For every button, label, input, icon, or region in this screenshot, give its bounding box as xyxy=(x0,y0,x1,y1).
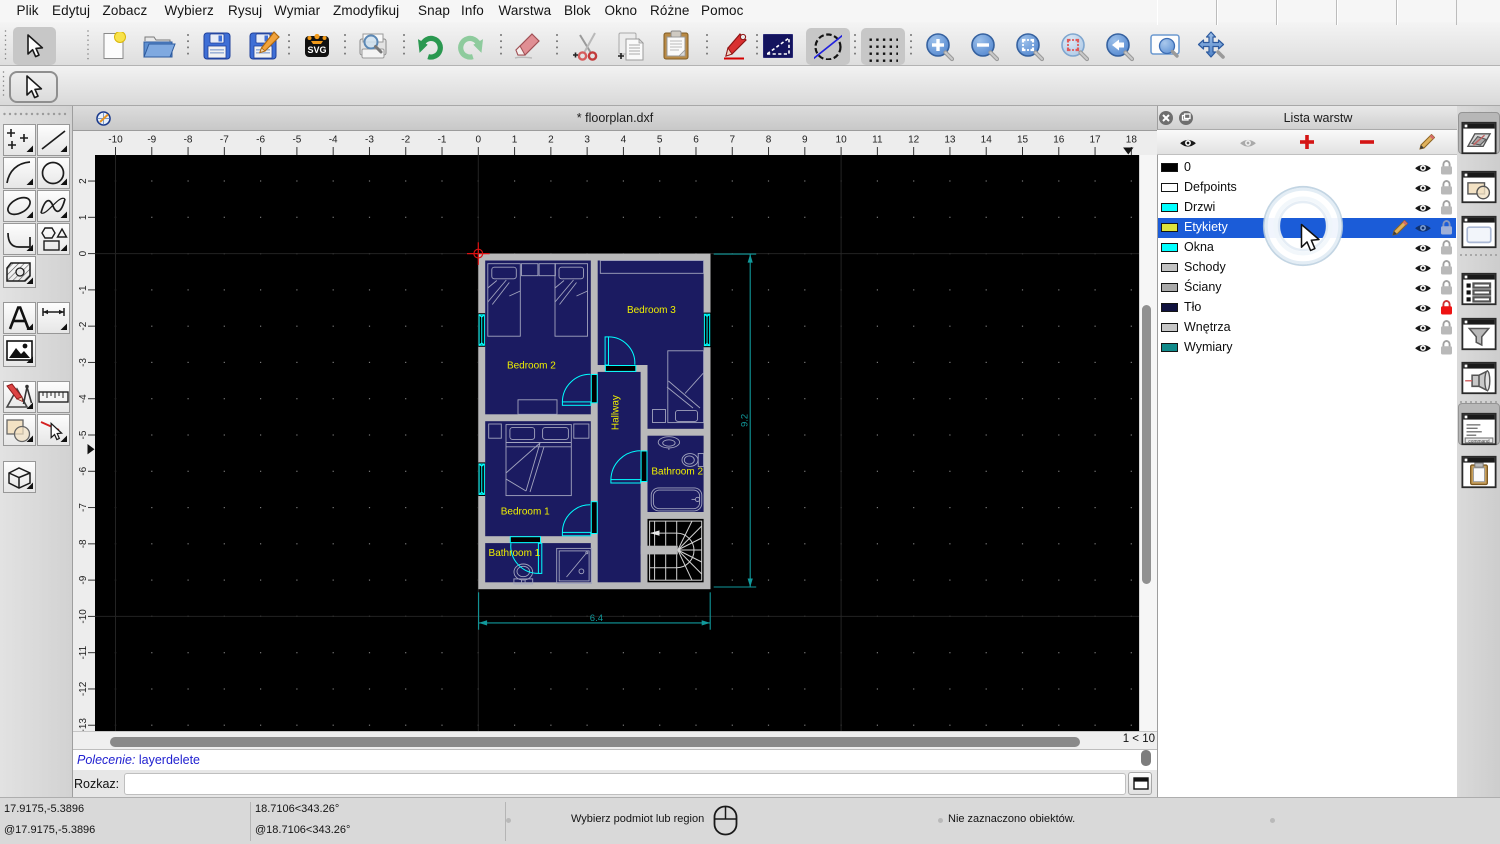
svg-text:6.4: 6.4 xyxy=(590,613,603,624)
svg-text:-3: -3 xyxy=(365,135,374,146)
svg-text:SVG: SVG xyxy=(307,45,326,55)
svg-text:17: 17 xyxy=(1089,135,1101,146)
svg-text:12: 12 xyxy=(908,135,920,146)
svg-text:8: 8 xyxy=(766,135,772,146)
svg-text:Bedroom 3: Bedroom 3 xyxy=(627,305,676,316)
svg-text:14: 14 xyxy=(981,135,993,146)
svg-text:2: 2 xyxy=(548,135,554,146)
svg-text:Bedroom 2: Bedroom 2 xyxy=(507,361,556,372)
svg-text:9: 9 xyxy=(802,135,808,146)
svg-text:-4: -4 xyxy=(329,135,338,146)
svg-text:-1: -1 xyxy=(438,135,447,146)
svg-text:0: 0 xyxy=(78,250,89,256)
svg-text:Bathroom 2: Bathroom 2 xyxy=(651,466,703,477)
svg-text:-1: -1 xyxy=(78,285,89,294)
svg-text:-9: -9 xyxy=(147,135,156,146)
svg-text:-13: -13 xyxy=(78,718,89,731)
svg-text:-5: -5 xyxy=(78,430,89,439)
svg-text:18: 18 xyxy=(1126,135,1138,146)
svg-text:command: command xyxy=(1468,438,1490,444)
svg-text:-10: -10 xyxy=(108,135,123,146)
svg-text:4: 4 xyxy=(621,135,627,146)
svg-text:7: 7 xyxy=(729,135,735,146)
svg-text:-8: -8 xyxy=(184,135,193,146)
svg-text:3: 3 xyxy=(584,135,590,146)
svg-text:-7: -7 xyxy=(78,503,89,512)
svg-text:-9: -9 xyxy=(78,575,89,584)
svg-text:Bedroom 1: Bedroom 1 xyxy=(501,507,550,518)
svg-text:1: 1 xyxy=(512,135,518,146)
svg-text:2: 2 xyxy=(78,178,89,184)
svg-text:-11: -11 xyxy=(78,645,89,659)
svg-text:-6: -6 xyxy=(78,466,89,475)
svg-text:Hallway: Hallway xyxy=(611,395,622,430)
svg-text:10: 10 xyxy=(836,135,848,146)
svg-text:-2: -2 xyxy=(401,135,410,146)
svg-text:-8: -8 xyxy=(78,539,89,548)
svg-text:-12: -12 xyxy=(78,681,89,696)
svg-text:-3: -3 xyxy=(78,358,89,367)
svg-text:-2: -2 xyxy=(78,321,89,330)
svg-text:0: 0 xyxy=(476,135,482,146)
svg-text:15: 15 xyxy=(1017,135,1029,146)
svg-text:-4: -4 xyxy=(78,394,89,403)
svg-text:-6: -6 xyxy=(256,135,265,146)
svg-text:Bathroom 1: Bathroom 1 xyxy=(489,548,541,559)
svg-text:-10: -10 xyxy=(78,609,89,624)
svg-text:5: 5 xyxy=(657,135,663,146)
svg-text:6: 6 xyxy=(693,135,699,146)
svg-text:11: 11 xyxy=(872,135,883,146)
svg-text:1: 1 xyxy=(78,214,89,220)
svg-text:16: 16 xyxy=(1053,135,1065,146)
svg-text:9.2: 9.2 xyxy=(739,414,750,427)
svg-text:-7: -7 xyxy=(220,135,229,146)
svg-text:13: 13 xyxy=(944,135,956,146)
svg-text:-5: -5 xyxy=(292,135,301,146)
